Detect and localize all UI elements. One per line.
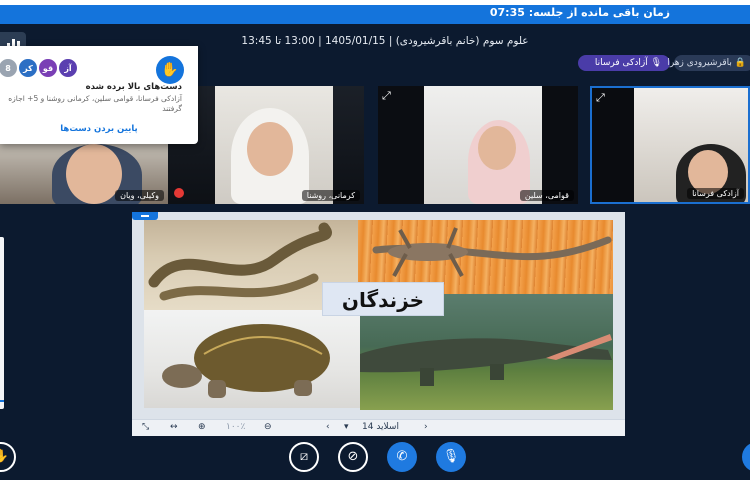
slide-number[interactable]: اسلاید 14 (362, 422, 399, 432)
speaker-name: باقرشیرودی زهرا (667, 58, 732, 68)
hand-raise-icon: ✋ (0, 449, 10, 464)
window-top-strip (0, 0, 750, 5)
lock-icon: 🔒 (734, 58, 746, 68)
leave-call-button[interactable]: ✆ (387, 442, 417, 472)
slide-dropdown-chevron-icon[interactable]: ▾ (344, 422, 349, 432)
microphone-button[interactable]: 🎙 (436, 442, 466, 472)
participant-name: قوامی، سلین (519, 190, 574, 201)
expand-icon[interactable]: ⤢ (596, 91, 605, 105)
avatar-overflow-count: 8 (0, 58, 18, 78)
video-toggle-button[interactable]: ⊘ (338, 442, 368, 472)
minimize-presentation-button[interactable] (132, 212, 158, 220)
avatar: کر (18, 58, 38, 78)
speaker-pill-teacher[interactable]: 🔒 باقرشیرودی زهرا (667, 55, 750, 71)
lower-all-hands-link[interactable]: پایین بردن دست‌ها (0, 124, 198, 134)
hand-raise-icon: ✋ (156, 56, 184, 84)
slide-title: خزندگان (322, 282, 444, 316)
video-tile-3[interactable]: ⤢ قوامی، سلین (378, 86, 578, 204)
phone-icon: ✆ (396, 449, 408, 464)
snake-shape (148, 222, 332, 288)
active-speaker-name: آزادکی فرسانا (594, 58, 648, 68)
video-off-icon: ⊘ (347, 449, 359, 464)
popup-body: آزادکی فرسانا، قوامی سلین، کرمانی روشنا … (8, 94, 182, 113)
participant-name: آزادکی فرسانا (687, 188, 744, 199)
fit-width-icon[interactable]: ↔ (170, 422, 178, 432)
zoom-in-icon[interactable]: ⊕ (198, 422, 206, 432)
slide-toolbar: ⤡ ↔ ⊕ ۱۰۰٪ ⊖ ‹ ▾ اسلاید 14 › (132, 419, 625, 436)
popup-title: دست‌های بالا برده شده (85, 82, 182, 92)
expand-icon[interactable]: ⤢ (382, 89, 391, 103)
screen-share-off-icon: ⧄ (299, 449, 309, 464)
participant-name: وکیلی، ویان (115, 190, 164, 201)
participant-video (215, 86, 333, 204)
avatar: آز (58, 58, 78, 78)
zoom-level: ۱۰۰٪ (226, 422, 246, 432)
side-panel-collapsed[interactable] (0, 237, 4, 409)
participant-name: کرمانی، روشنا (301, 190, 360, 201)
raised-hands-popup: ✋ آز قو کر 8 دست‌های بالا برده شده آزادک… (0, 46, 198, 144)
mic-muted-icon (174, 188, 184, 198)
microphone-icon: 🎙 (442, 449, 460, 464)
raise-hand-button[interactable]: ✋ (0, 442, 16, 472)
participant-video (424, 86, 542, 204)
fit-screen-icon[interactable]: ⤡ (142, 422, 149, 432)
microphone-icon: 🎙 (650, 58, 662, 68)
next-slide-icon[interactable]: › (424, 422, 428, 432)
video-tile-4-active[interactable]: ⤢ آزادکی فرسانا (590, 86, 750, 204)
chat-toggle-button[interactable] (742, 442, 750, 472)
slide-image-turtle (144, 310, 360, 408)
session-timer-text: زمان باقی مانده از جلسه: 07:35 (489, 6, 670, 19)
zoom-out-icon[interactable]: ⊖ (264, 422, 272, 432)
screen-share-button[interactable]: ⧄ (289, 442, 319, 472)
previous-slide-icon[interactable]: ‹ (326, 422, 330, 432)
crocodile-shape (360, 338, 612, 373)
side-panel-indicator (0, 400, 4, 402)
avatar: قو (38, 58, 58, 78)
meeting-title: علوم سوم (خانم باقرشیرودی) | 1405/01/15 … (241, 35, 529, 47)
conference-app: زمان باقی مانده از جلسه: 07:35 علوم سوم … (0, 0, 750, 480)
participant-video (634, 88, 748, 202)
active-speaker-pill[interactable]: 🎙 آزادکی فرسانا (578, 55, 670, 71)
